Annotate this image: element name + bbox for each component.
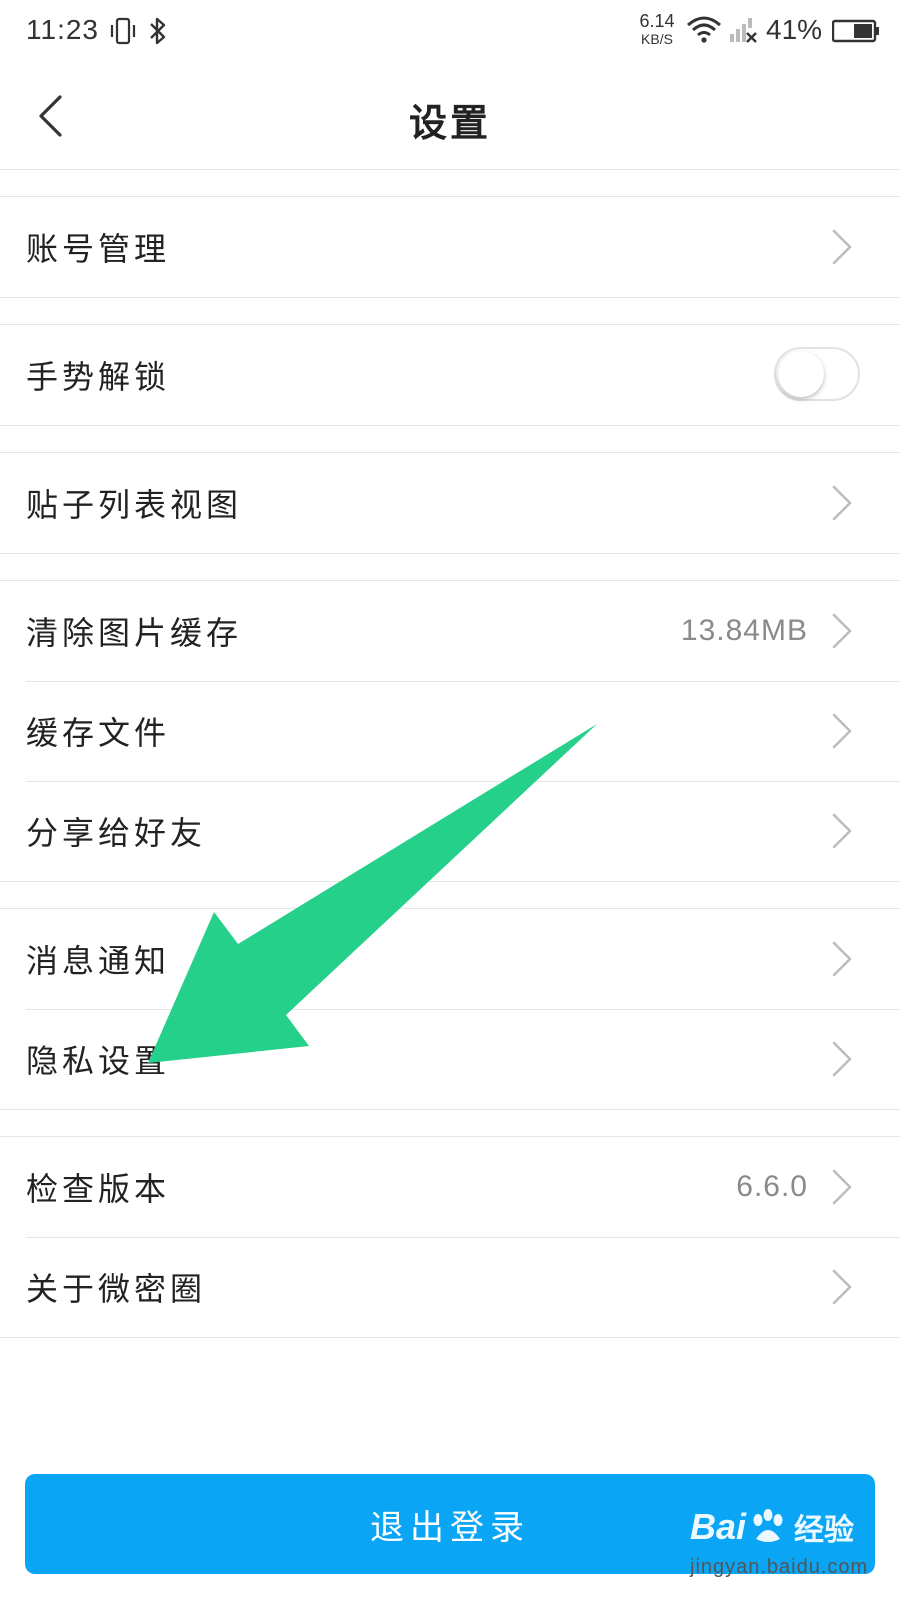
status-time: 11:23 — [26, 14, 99, 45]
row-label: 关于微密圈 — [26, 1270, 207, 1308]
status-bar: 11:23 6.14 KB/S 41% — [0, 0, 900, 62]
group-gap — [0, 426, 900, 452]
row-label: 消息通知 — [26, 942, 171, 980]
net-speed: 6.14 KB/S — [639, 11, 675, 47]
group-gap — [0, 554, 900, 580]
version-value: 6.6.0 — [736, 1170, 808, 1203]
row-about[interactable]: 关于微密圈 — [0, 1237, 900, 1337]
settings-group: 消息通知 隐私设置 — [0, 908, 900, 1110]
chevron-right-icon — [832, 1269, 852, 1305]
gesture-unlock-toggle[interactable] — [774, 347, 860, 401]
group-gap — [0, 882, 900, 908]
row-label: 缓存文件 — [26, 714, 171, 752]
row-label: 检查版本 — [26, 1170, 171, 1208]
row-label: 贴子列表视图 — [26, 486, 243, 524]
chevron-right-icon — [832, 613, 852, 649]
battery-percent: 41% — [766, 14, 823, 45]
chevron-right-icon — [832, 813, 852, 849]
row-share-with-friends[interactable]: 分享给好友 — [0, 781, 900, 881]
wifi-icon — [687, 16, 721, 43]
row-label: 手势解锁 — [26, 358, 171, 396]
group-gap — [0, 298, 900, 324]
chevron-right-icon — [832, 941, 852, 977]
row-privacy-settings[interactable]: 隐私设置 — [0, 1009, 900, 1109]
logout-label: 退出登录 — [370, 1507, 530, 1548]
nav-bar: 设置 — [0, 62, 900, 170]
chevron-right-icon — [832, 1169, 852, 1205]
chevron-right-icon — [832, 1041, 852, 1077]
chevron-right-icon — [832, 229, 852, 265]
bluetooth-icon — [150, 17, 166, 45]
battery-icon — [832, 19, 879, 43]
settings-list: 账号管理 手势解锁 贴子列表视图 清除图片缓存 13.84MB 缓存文件 分享给… — [0, 170, 900, 1338]
page-title: 设置 — [408, 101, 491, 145]
group-gap — [0, 170, 900, 196]
row-check-version[interactable]: 检查版本 6.6.0 — [0, 1137, 900, 1237]
row-label: 隐私设置 — [26, 1042, 171, 1080]
row-cache-files[interactable]: 缓存文件 — [0, 681, 900, 781]
logout-button[interactable]: 退出登录 — [25, 1474, 875, 1574]
row-label: 分享给好友 — [26, 814, 207, 852]
row-label: 清除图片缓存 — [26, 614, 243, 652]
row-gesture-unlock: 手势解锁 — [0, 325, 900, 425]
row-post-list-view[interactable]: 贴子列表视图 — [0, 453, 900, 553]
signal-icon — [730, 18, 757, 43]
vibrate-icon — [110, 17, 136, 45]
chevron-right-icon — [832, 485, 852, 521]
row-account-management[interactable]: 账号管理 — [0, 197, 900, 297]
settings-group: 贴子列表视图 — [0, 452, 900, 554]
row-label: 账号管理 — [26, 230, 171, 268]
settings-group: 手势解锁 — [0, 324, 900, 426]
settings-group: 清除图片缓存 13.84MB 缓存文件 分享给好友 — [0, 580, 900, 882]
row-clear-image-cache[interactable]: 清除图片缓存 13.84MB — [0, 581, 900, 681]
chevron-right-icon — [832, 713, 852, 749]
group-gap — [0, 1110, 900, 1136]
row-message-notifications[interactable]: 消息通知 — [0, 909, 900, 1009]
toggle-knob — [778, 351, 824, 397]
settings-group: 账号管理 — [0, 196, 900, 298]
settings-group: 检查版本 6.6.0 关于微密圈 — [0, 1136, 900, 1338]
cache-size-value: 13.84MB — [680, 614, 808, 647]
